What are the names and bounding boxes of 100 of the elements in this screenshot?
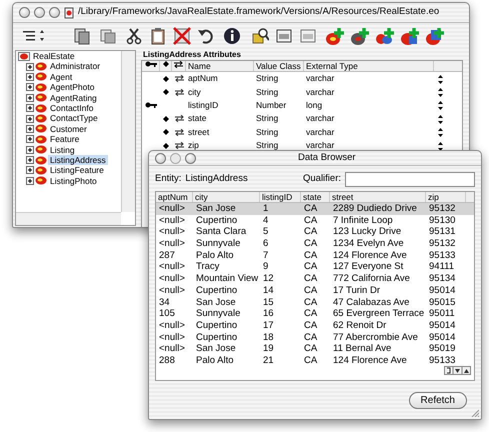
- clipboard-icon[interactable]: [149, 26, 167, 44]
- tree-item[interactable]: Customer: [48, 124, 89, 134]
- scrollbar[interactable]: [16, 212, 121, 225]
- diamond-icon[interactable]: [163, 89, 169, 96]
- key-icon: [144, 61, 156, 67]
- sql-window-icon[interactable]: [299, 26, 317, 44]
- table-row[interactable]: <null> Santa Clara 5 CA 123 Lucky Drive 95131: [156, 226, 474, 238]
- expand-icon[interactable]: [26, 176, 34, 185]
- stepper-icon[interactable]: [438, 74, 443, 84]
- stepper-icon[interactable]: [438, 142, 443, 151]
- table-row[interactable]: <null> San Jose 1 CA 2289 Dudiedo Drive 95132: [156, 203, 474, 215]
- lock-arrows-icon[interactable]: [174, 142, 184, 150]
- table-row[interactable]: <null> Mountain View 12 CA 772 California Ave 95134: [156, 273, 474, 285]
- tree-item[interactable]: ContactInfo: [48, 102, 96, 114]
- tree-item[interactable]: Feature: [48, 134, 82, 145]
- zoom-button[interactable]: [49, 7, 60, 18]
- table-cell-text: zip: [187, 139, 200, 152]
- stepper-icon[interactable]: [438, 101, 443, 110]
- tree-item[interactable]: RealEstate: [31, 51, 77, 62]
- tree-item[interactable]: AgentRating: [48, 92, 99, 103]
- lock-arrows-icon[interactable]: [174, 115, 184, 122]
- lock-arrows-icon[interactable]: [174, 75, 184, 82]
- plus-badge-icon[interactable]: [325, 26, 345, 44]
- plus-badge-icon[interactable]: [400, 26, 420, 44]
- qualifier-field[interactable]: [345, 172, 475, 187]
- entity-icon: [35, 72, 47, 82]
- lock-arrows-icon: [174, 61, 183, 68]
- scrollbar[interactable]: [121, 51, 135, 212]
- column-header[interactable]: state: [301, 192, 330, 202]
- diamond-icon[interactable]: [163, 129, 169, 136]
- minimize-button[interactable]: [34, 7, 45, 18]
- close-button[interactable]: [19, 7, 30, 18]
- column-header[interactable]: External Type: [304, 61, 434, 71]
- table-row[interactable]: <null> Cupertino 18 CA 77 Abercrombie Ave 95014: [156, 332, 474, 344]
- stepper-icon[interactable]: [438, 128, 443, 138]
- scissors-icon[interactable]: [125, 26, 143, 44]
- stepper-icon[interactable]: [438, 114, 443, 124]
- expand-icon[interactable]: [26, 62, 34, 71]
- table-cell-text: varchar: [305, 112, 336, 126]
- table-row[interactable]: <null> Cupertino 17 CA 62 Renoit Dr 95014: [156, 320, 474, 332]
- column-header[interactable]: zip: [426, 192, 466, 202]
- lock-arrows-icon[interactable]: [174, 88, 184, 96]
- table-controls-icon[interactable]: [444, 366, 471, 375]
- expand-icon[interactable]: [26, 146, 34, 154]
- table-row[interactable]: 288 Palo Alto 21 CA 124 Florence Ave 95133: [156, 354, 474, 367]
- document-icon: [64, 6, 74, 18]
- refetch-button[interactable]: Refetch: [408, 392, 467, 409]
- resize-grip-icon[interactable]: [471, 409, 479, 417]
- zoom-button[interactable]: [185, 152, 196, 164]
- diamond-icon[interactable]: [163, 116, 169, 122]
- info-icon[interactable]: [223, 26, 241, 44]
- tree-item[interactable]: Administrator: [48, 61, 102, 72]
- column-header[interactable]: Value Class: [254, 61, 304, 71]
- expand-icon[interactable]: [26, 83, 34, 92]
- tree-item[interactable]: Agent: [48, 72, 74, 82]
- table-cell-text: String: [255, 126, 280, 139]
- expand-icon[interactable]: [26, 104, 34, 112]
- column-header[interactable]: listingID: [260, 192, 301, 202]
- table-row[interactable]: <null> Cupertino 4 CA 7 Infinite Loop 95130: [156, 214, 474, 226]
- expand-icon[interactable]: [26, 72, 34, 81]
- entity-name: ListingAddress: [185, 172, 248, 186]
- tree-item[interactable]: Listing: [48, 144, 77, 155]
- tree-item[interactable]: ListingFeature: [48, 165, 106, 176]
- table-row[interactable]: <null> Cupertino 14 CA 17 Turin Dr 95014: [156, 284, 474, 296]
- undo-icon[interactable]: [197, 26, 215, 44]
- key-icon[interactable]: [145, 102, 157, 108]
- table-row[interactable]: <null> San Jose 19 CA 11 Bernal Ave 95019: [156, 343, 474, 355]
- diamond-icon[interactable]: [163, 142, 169, 149]
- expand-icon[interactable]: [26, 94, 34, 102]
- expand-icon[interactable]: [26, 124, 34, 133]
- plus-badge-icon[interactable]: [375, 26, 395, 44]
- plus-badge-icon[interactable]: [425, 26, 445, 44]
- delete-icon[interactable]: [173, 26, 191, 44]
- column-header[interactable]: Name: [186, 61, 254, 71]
- column-header[interactable]: street: [330, 192, 426, 202]
- expand-icon[interactable]: [26, 114, 34, 123]
- column-header[interactable]: aptNum: [156, 192, 193, 202]
- close-button[interactable]: [155, 152, 166, 164]
- documents-icon[interactable]: [73, 26, 91, 44]
- diamond-icon[interactable]: [163, 76, 169, 82]
- tree-item[interactable]: ListingPhoto: [48, 176, 99, 186]
- tree-item[interactable]: ListingAddress: [48, 154, 108, 166]
- plus-badge-icon[interactable]: [350, 26, 370, 44]
- stepper-icon[interactable]: [438, 88, 443, 97]
- lock-magnifier-icon[interactable]: [251, 26, 269, 44]
- sql-window-icon[interactable]: [275, 26, 293, 44]
- table-row[interactable]: <null> Sunnyvale 6 CA 1234 Evelyn Ave 95132: [156, 238, 474, 250]
- table-row[interactable]: <null> Tracy 9 CA 127 Everyone St 94111: [156, 261, 474, 274]
- documents-icon[interactable]: [99, 26, 117, 44]
- tree-item[interactable]: ContactType: [48, 113, 100, 124]
- expand-icon[interactable]: [26, 156, 34, 164]
- table-cell-text: String: [255, 112, 280, 126]
- table-row[interactable]: 105 Sunnyvale 16 CA 65 Evergreen Terrace 95011: [156, 308, 474, 320]
- tree-item[interactable]: AgentPhoto: [48, 82, 96, 93]
- column-header[interactable]: city: [193, 192, 260, 202]
- expand-icon[interactable]: [26, 166, 34, 174]
- table-row[interactable]: 287 Palo Alto 7 CA 124 Florence Ave 95133: [156, 250, 474, 262]
- lock-arrows-icon[interactable]: [174, 128, 184, 136]
- expand-icon[interactable]: [26, 135, 34, 144]
- table-row[interactable]: 34 San Jose 15 CA 47 Calabazas Ave 95015: [156, 296, 474, 308]
